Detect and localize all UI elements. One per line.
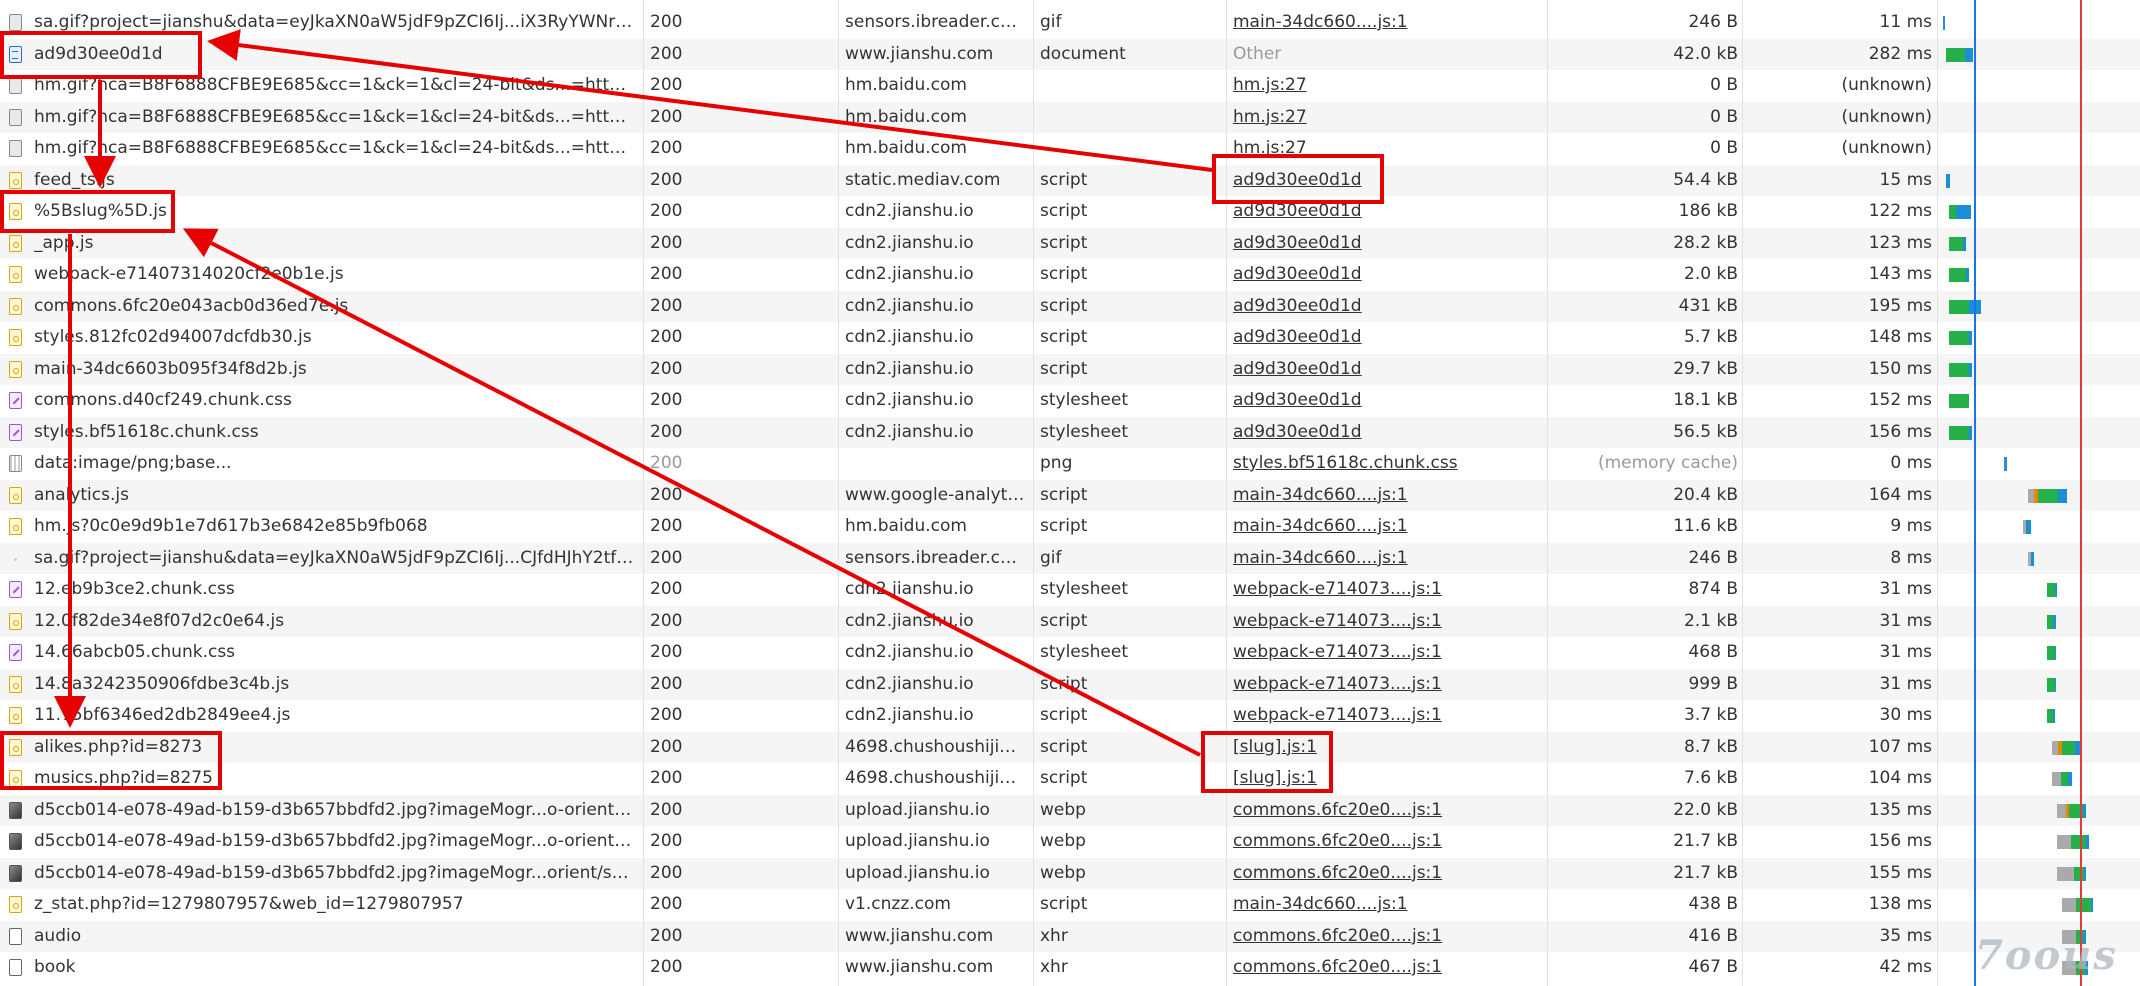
arrow-initiator-to-slug	[182, 228, 1201, 757]
annotation-overlay	[0, 29, 1384, 793]
highlight-box-initiator-slug	[1201, 731, 1333, 793]
highlight-box-initiator-document	[1212, 154, 1384, 204]
arrow-initiator-to-document	[207, 29, 1213, 172]
highlight-box-jsonp-scripts	[0, 731, 222, 790]
highlight-box-document	[0, 31, 202, 79]
highlight-box-slug-js	[0, 190, 175, 233]
watermark-logo: 7oous	[1975, 932, 2118, 979]
